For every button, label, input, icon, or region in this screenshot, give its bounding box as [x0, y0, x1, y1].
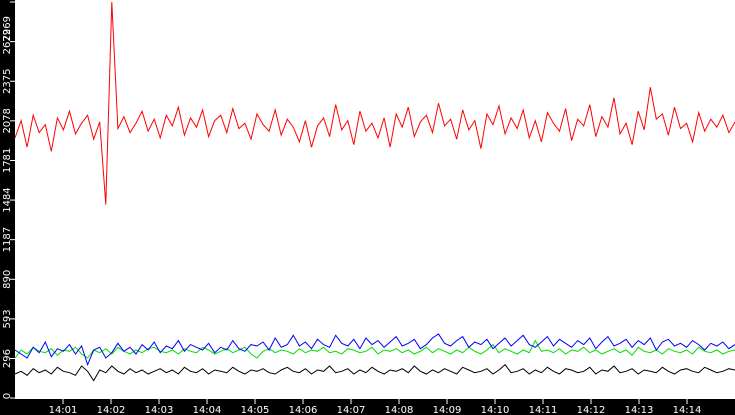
y-tick-label: 2078 [2, 108, 13, 133]
x-tick-label: 14:08 [385, 405, 414, 415]
y-tick-label: 296 [2, 349, 13, 368]
x-tick-label: 14:01 [49, 405, 78, 415]
x-tick-label: 14:10 [481, 405, 510, 415]
plot-area [15, 0, 735, 399]
x-tick-label: 14:02 [97, 405, 126, 415]
y-axis: 02965938901187148417812078237526722969 [2, 1, 15, 399]
x-tick-label: 14:12 [577, 405, 606, 415]
line-chart: 02965938901187148417812078237526722969 1… [2, 0, 735, 415]
x-tick-label: 14:14 [673, 405, 702, 415]
y-tick-label: 890 [2, 270, 13, 289]
y-tick-label: 1187 [2, 227, 13, 252]
x-tick-label: 14:13 [625, 405, 654, 415]
x-tick-label: 14:04 [193, 405, 222, 415]
y-tick-label: 1484 [2, 187, 13, 212]
x-tick-label: 14:03 [145, 405, 174, 415]
y-tick-label: 1781 [2, 148, 13, 173]
y-tick-label: 0 [2, 393, 13, 399]
x-tick-label: 14:11 [529, 405, 558, 415]
x-tick-label: 14:06 [289, 405, 318, 415]
x-tick-label: 14:05 [241, 405, 270, 415]
y-tick-label: 2969 [2, 16, 13, 41]
x-tick-label: 14:07 [337, 405, 366, 415]
y-tick-label: 2375 [2, 69, 13, 94]
y-tick-label: 593 [2, 309, 13, 328]
x-axis: 14:01 14:02 14:03 14:04 14:05 14:06 14:07 14:08… [49, 399, 702, 415]
x-tick-label: 14:09 [433, 405, 462, 415]
